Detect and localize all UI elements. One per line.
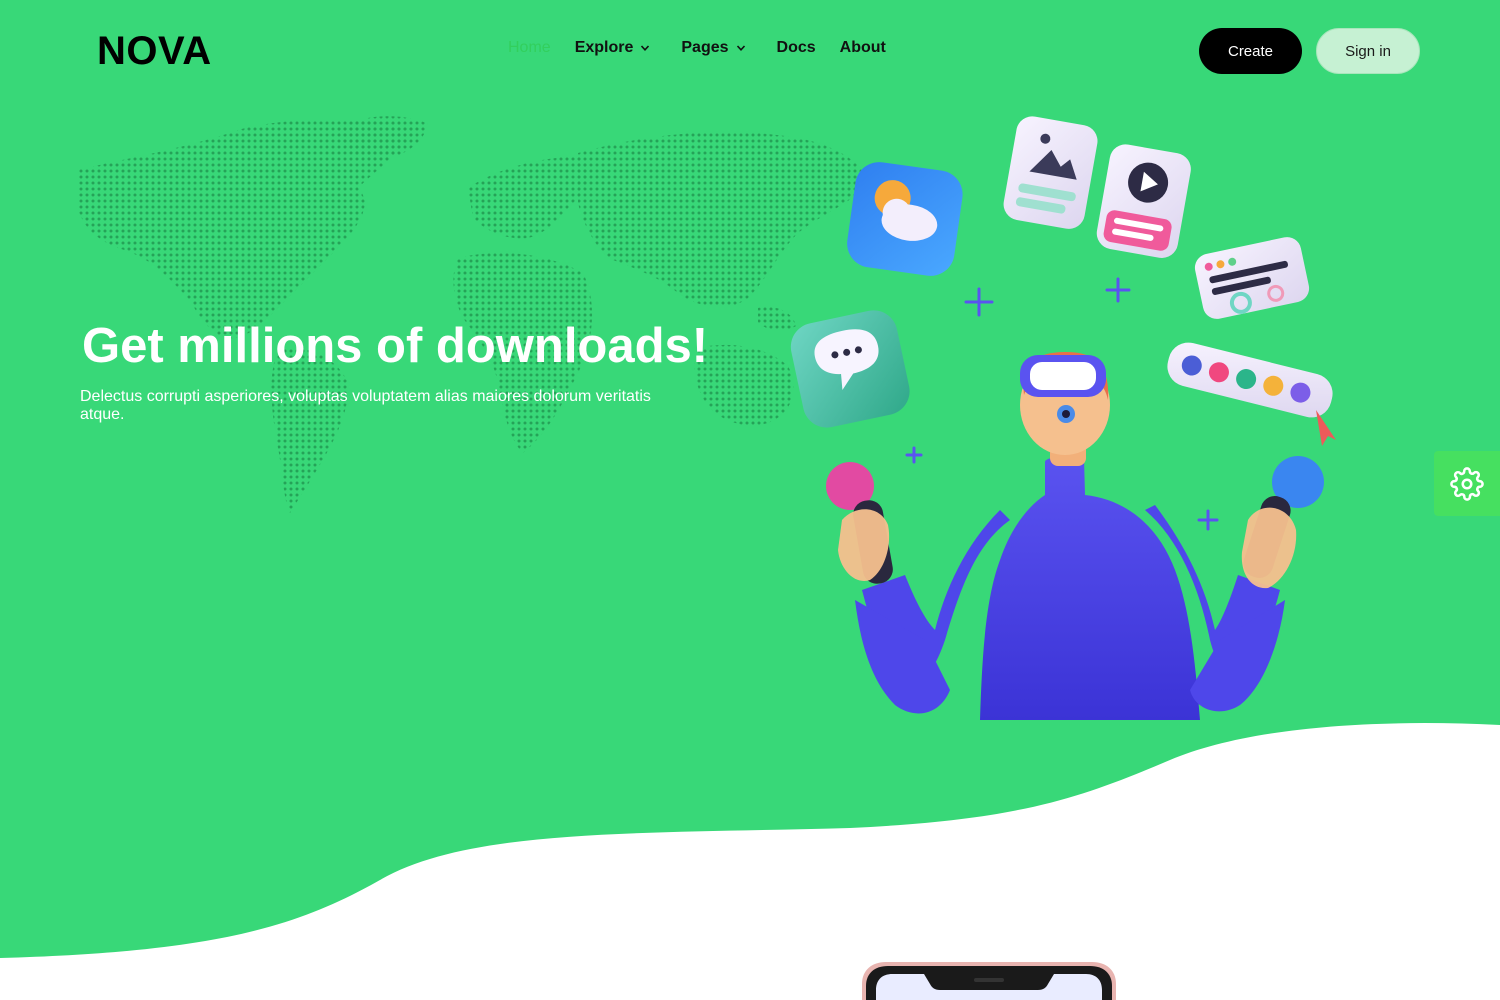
phone-mockup-image	[862, 962, 1116, 1000]
gear-icon	[1450, 466, 1484, 501]
nav-item-label: Explore	[574, 39, 634, 56]
chat-app-icon	[790, 310, 910, 428]
world-map-graphic	[78, 116, 868, 513]
nav-item-docs[interactable]: Docs	[777, 39, 816, 57]
settings-toggle-button[interactable]	[1434, 451, 1500, 516]
nav-item-pages[interactable]: Pages	[681, 39, 745, 57]
nav-item-label: About	[839, 39, 886, 56]
sign-in-button[interactable]: Sign in	[1316, 28, 1420, 74]
create-button[interactable]: Create	[1199, 28, 1302, 74]
weather-app-icon	[847, 162, 963, 276]
hero-subtitle: Delectus corrupti asperiores, voluptas v…	[80, 388, 651, 423]
hero-title: Get millions of downloads!	[82, 319, 709, 373]
chevron-down-icon	[641, 45, 650, 51]
nav-item-label: Home	[508, 39, 551, 56]
nav-item-label: Docs	[776, 39, 816, 56]
logo[interactable]: NOVA	[97, 30, 212, 72]
nav-item-home[interactable]: Home	[508, 39, 551, 57]
hero-illustration	[790, 116, 1336, 720]
chevron-down-icon	[736, 45, 745, 51]
nav-item-label: Pages	[681, 39, 729, 56]
image-card-icon	[1003, 116, 1098, 229]
nav-item-explore[interactable]: Explore	[575, 39, 651, 57]
toggle-card-icon	[1194, 237, 1310, 319]
cursor-icon	[1316, 410, 1336, 446]
main-nav: Home Explore Pages Docs About	[508, 37, 886, 59]
color-palette-icon	[1167, 342, 1333, 418]
nav-item-about[interactable]: About	[840, 39, 886, 57]
video-card-icon	[1096, 144, 1191, 258]
